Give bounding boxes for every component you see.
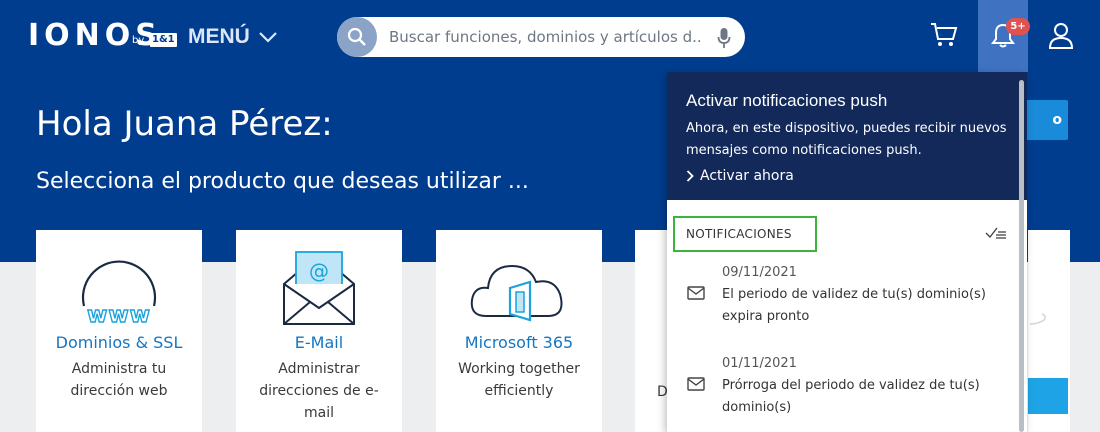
notification-message: El periodo de validez de tu(s) dominio(s… [722,287,986,324]
push-notification-banner: Activar notificaciones push Ahora, en es… [667,72,1027,200]
mail-icon [687,286,705,300]
product-action-button[interactable] [1028,378,1068,414]
globe-www-icon: www [36,244,202,328]
notification-count-badge: 5+ [1006,18,1030,35]
menu-label: MENÚ [188,25,250,48]
product-description: Administrar direcciones de e-mail [259,361,379,421]
product-card-microsoft365[interactable]: Microsoft 365 Working together efficient… [436,230,602,432]
search-input[interactable] [389,17,701,57]
notification-message: Prórroga del periodo de validez de tu(s)… [722,378,980,415]
mark-all-read-icon[interactable] [985,226,1007,240]
notification-item[interactable]: 01/11/2021 Prórroga del periodo de valid… [667,353,1017,423]
cloud-icon [1029,313,1046,325]
product-card-domains[interactable]: www Dominios & SSL Administra tu direcci… [36,230,202,432]
product-description: Administra tu dirección web [70,361,168,399]
product-title[interactable]: Dominios & SSL [36,332,202,354]
search-bar [337,17,745,57]
activate-push-link[interactable]: Activar ahora [686,165,794,187]
search-button[interactable] [337,17,377,57]
push-title: Activar notificaciones push [686,91,888,110]
www-art-text: www [87,303,151,328]
logo-brand-mark: 1&1 [150,33,177,47]
product-card-email[interactable]: @ E-Mail Administrar direcciones de e-ma… [236,230,402,432]
greeting-heading: Hola Juana Pérez: [36,104,333,144]
user-icon[interactable] [1048,22,1074,50]
microphone-icon[interactable] [717,27,731,49]
notifications-header: NOTIFICACIONES [673,216,817,252]
product-description: Working together efficiently [458,361,580,399]
notification-date: 09/11/2021 [722,265,797,280]
chevron-right-icon [686,170,694,182]
cart-icon[interactable] [930,22,958,48]
notifications-button[interactable] [978,0,1028,72]
product-card-partial[interactable]: D [635,230,668,432]
notifications-dropdown: Activar notificaciones push Ahora, en es… [667,72,1027,432]
product-select-subtitle: Selecciona el producto que deseas utiliz… [36,169,529,194]
search-icon [347,27,366,46]
mail-icon [687,377,705,391]
notification-date: 01/11/2021 [722,356,797,371]
cloud-office-icon [436,244,602,328]
menu-button[interactable]: MENÚ [188,24,278,50]
product-title[interactable]: Microsoft 365 [436,332,602,354]
push-description: Ahora, en este dispositivo, puedes recib… [686,121,1007,158]
chevron-down-icon [259,32,277,43]
envelope-icon: @ [236,244,402,328]
activate-push-label: Activar ahora [700,168,794,184]
logo-by-text: by [132,35,145,46]
notification-item[interactable]: 09/11/2021 El periodo de validez de tu(s… [667,262,1017,332]
notifications-scrollbar[interactable] [1019,80,1024,432]
email-art-text: @ [309,259,329,283]
product-title[interactable]: E-Mail [236,332,402,354]
